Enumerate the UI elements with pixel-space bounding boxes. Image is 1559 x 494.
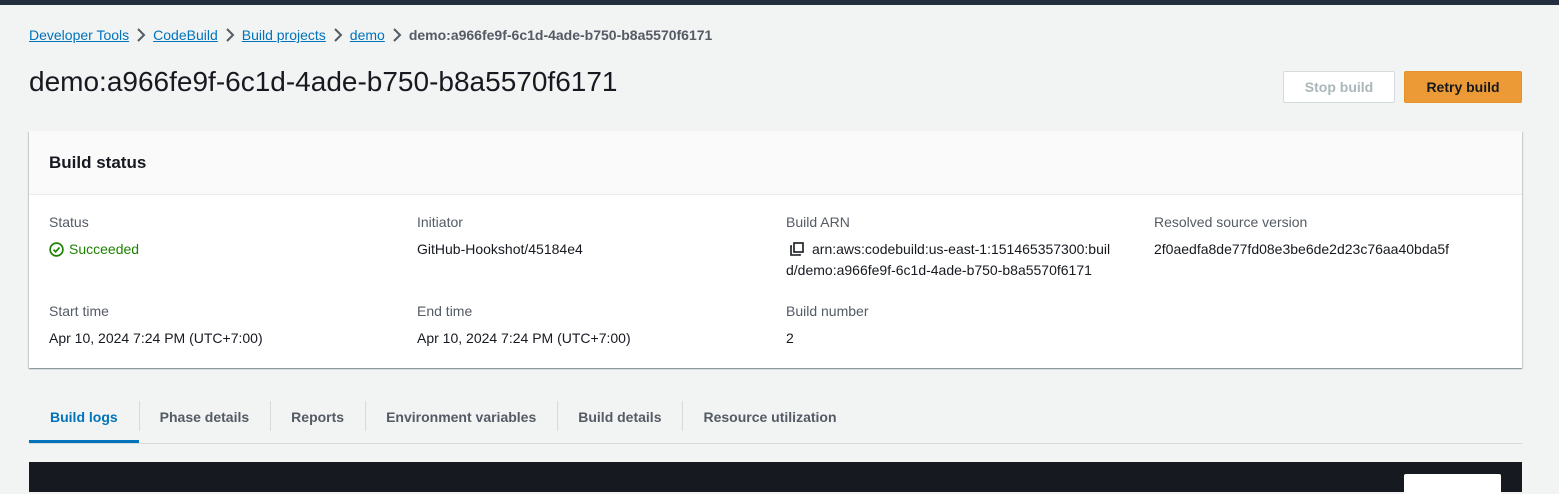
status-label: Status [49, 214, 89, 230]
retry-build-button[interactable]: Retry build [1404, 71, 1522, 103]
stop-build-button[interactable]: Stop build [1283, 71, 1395, 103]
source-version-label: Resolved source version [1154, 214, 1308, 230]
copy-icon[interactable] [789, 241, 805, 257]
initiator-label: Initiator [417, 214, 463, 230]
breadcrumb-current: demo:a966fe9f-6c1d-4ade-b750-b8a5570f617… [408, 27, 713, 43]
tab-phase-details[interactable]: Phase details [138, 397, 271, 443]
top-navigation-bar [0, 0, 1559, 5]
build-arn-field: Build ARN arn:aws:codebuild:us-east-1:15… [786, 214, 1110, 281]
end-time-field: End time Apr 10, 2024 7:24 PM (UTC+7:00) [417, 303, 631, 349]
breadcrumb-demo[interactable]: demo [350, 27, 385, 43]
end-time-label: End time [417, 303, 473, 319]
chevron-right-icon [385, 28, 409, 42]
end-time-value: Apr 10, 2024 7:24 PM (UTC+7:00) [417, 330, 631, 346]
tab-resource-utilization[interactable]: Resource utilization [682, 397, 857, 443]
breadcrumb-developer-tools[interactable]: Developer Tools [29, 27, 129, 43]
tab-label: Reports [291, 409, 345, 425]
build-arn-label: Build ARN [786, 214, 850, 230]
source-version-field: Resolved source version 2f0aedfa8de77fd0… [1154, 214, 1449, 260]
start-time-field: Start time Apr 10, 2024 7:24 PM (UTC+7:0… [49, 303, 263, 349]
build-number-label: Build number [786, 303, 869, 319]
source-version-value: 2f0aedfa8de77fd08e3be6de2d23c76aa40bda5f [1154, 241, 1450, 257]
logs-action-button[interactable] [1404, 474, 1501, 494]
build-number-field: Build number 2 [786, 303, 869, 349]
build-arn-text: arn:aws:codebuild:us-east-1:151465357300… [786, 239, 1111, 281]
tab-label: Environment variables [386, 409, 537, 425]
build-number-value: 2 [786, 330, 794, 346]
tab-label: Build details [578, 409, 662, 425]
tab-label: Resource utilization [703, 409, 837, 425]
build-status-header: Build status [29, 131, 1522, 195]
breadcrumb: Developer Tools CodeBuild Build projects… [29, 27, 712, 43]
status-value: Succeeded [49, 239, 139, 260]
tab-environment-variables[interactable]: Environment variables [365, 397, 557, 443]
breadcrumb-codebuild[interactable]: CodeBuild [153, 27, 218, 43]
breadcrumb-build-projects[interactable]: Build projects [242, 27, 326, 43]
build-tabs: Build logs Phase details Reports Environ… [29, 397, 1522, 444]
tab-reports[interactable]: Reports [270, 397, 365, 443]
start-time-value: Apr 10, 2024 7:24 PM (UTC+7:00) [49, 330, 263, 346]
status-field: Status Succeeded [49, 214, 139, 260]
chevron-right-icon [218, 28, 242, 42]
tab-build-logs[interactable]: Build logs [29, 397, 139, 443]
page-title: demo:a966fe9f-6c1d-4ade-b750-b8a5570f617… [29, 66, 618, 97]
initiator-field: Initiator GitHub-Hookshot/45184e4 [417, 214, 583, 260]
chevron-right-icon [326, 28, 350, 42]
build-status-title: Build status [49, 152, 147, 172]
build-arn-line-2: d/demo:a966fe9f-6c1d-4ade-b750-b8a5570f6… [786, 262, 1092, 278]
chevron-right-icon [129, 28, 153, 42]
status-text: Succeeded [69, 241, 140, 257]
tab-label: Phase details [159, 409, 250, 425]
build-logs-panel [29, 462, 1522, 492]
check-circle-icon [49, 242, 64, 257]
build-arn-value: arn:aws:codebuild:us-east-1:151465357300… [786, 239, 1110, 281]
build-status-panel: Build status Status Succeeded Initiator … [29, 131, 1522, 368]
start-time-label: Start time [49, 303, 109, 319]
initiator-value: GitHub-Hookshot/45184e4 [417, 241, 583, 257]
tab-label: Build logs [50, 409, 118, 425]
tab-build-details[interactable]: Build details [557, 397, 682, 443]
build-arn-line-1: arn:aws:codebuild:us-east-1:151465357300… [812, 241, 1111, 257]
